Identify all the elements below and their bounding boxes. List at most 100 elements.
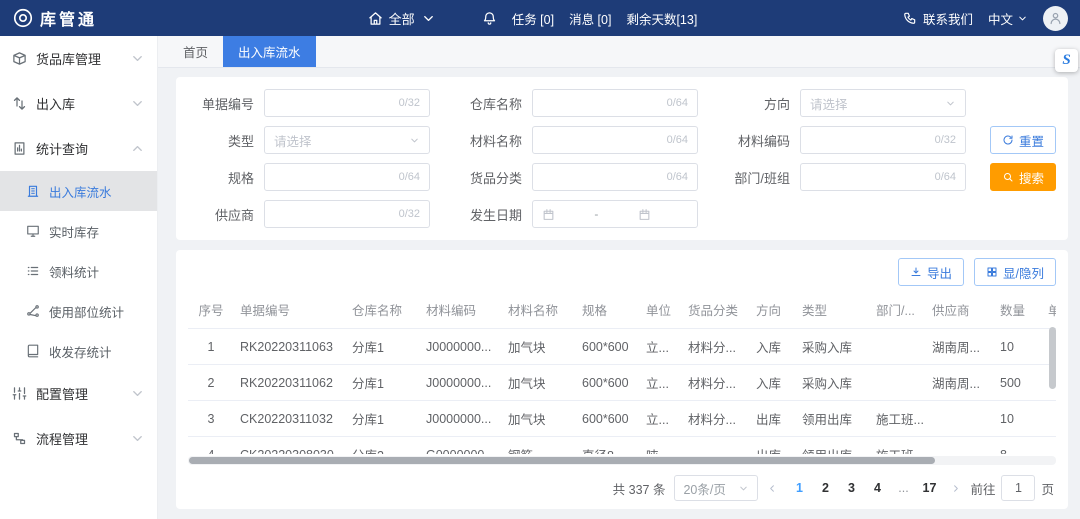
filter-panel: 单据编号 0/32 仓库名称 0/64 方向 [176, 77, 1068, 240]
page-number[interactable]: 2 [813, 475, 837, 501]
prev-page-button[interactable] [767, 483, 778, 494]
horizontal-scrollbar[interactable] [188, 456, 1056, 465]
bell-icon[interactable] [482, 11, 497, 26]
chevron-left-icon [767, 483, 778, 494]
export-button[interactable]: 导出 [898, 258, 964, 286]
goto-label: 前往 [970, 479, 995, 498]
tab-bar: 首页 出入库流水 [158, 36, 1080, 68]
monitor-icon [26, 224, 40, 238]
phone-icon [903, 11, 917, 25]
sidebar-item-goods[interactable]: 货品库管理 [0, 36, 157, 81]
department-input[interactable]: 0/64 [800, 163, 966, 191]
search-button[interactable]: 搜索 [990, 163, 1056, 191]
reset-button-label: 重置 [1019, 131, 1044, 150]
chevron-down-icon [945, 98, 956, 109]
avatar[interactable] [1043, 6, 1068, 31]
sidebar-item-process[interactable]: 流程管理 [0, 416, 157, 461]
supplier-input[interactable]: 0/32 [264, 200, 430, 228]
days-remaining-label: 剩余天数[13] [626, 9, 697, 28]
sidebar-subitem-inout-records[interactable]: 出入库流水 [0, 171, 157, 211]
table-cell: J0000000... [420, 365, 502, 401]
language-selector[interactable]: 中文 [988, 9, 1028, 28]
sidebar-item-config[interactable]: 配置管理 [0, 371, 157, 416]
table-cell: 1 [188, 329, 234, 365]
order-no-input[interactable]: 0/32 [264, 89, 430, 117]
goto-page-input[interactable]: 1 [1001, 475, 1035, 501]
show-hide-columns-button[interactable]: 显/隐列 [974, 258, 1056, 286]
select-placeholder: 请选择 [810, 94, 848, 113]
sidebar-item-label: 货品库管理 [36, 49, 130, 68]
char-counter: 0/64 [667, 97, 688, 109]
language-label: 中文 [988, 9, 1013, 28]
filter-label: 货品分类 [448, 168, 522, 187]
contact-us-link[interactable]: 联系我们 [903, 9, 973, 28]
sidebar-subitem-label: 领料统计 [49, 262, 145, 281]
chevron-down-icon [1017, 13, 1028, 24]
sidebar-subitem-label: 出入库流水 [49, 182, 145, 201]
tasks-link[interactable]: 任务 [0] [512, 9, 554, 28]
table-cell: 立... [640, 329, 682, 365]
sidebar: 货品库管理出入库统计查询出入库流水实时库存领料统计使用部位统计收发存统计配置管理… [0, 36, 158, 519]
table-cell: 立... [640, 365, 682, 401]
warehouse-input[interactable]: 0/64 [532, 89, 698, 117]
messages-link[interactable]: 消息 [0] [569, 9, 611, 28]
sidebar-subitem-material-stats[interactable]: 领料统计 [0, 251, 157, 291]
table-cell [1042, 401, 1056, 437]
chevron-down-icon [130, 96, 145, 111]
filter-field-date: 发生日期 - [448, 200, 716, 228]
app-title: 库管通 [40, 6, 97, 30]
horizontal-scrollbar-thumb[interactable] [189, 457, 935, 464]
table-cell: 立... [640, 401, 682, 437]
column-header: 单价(元 [1042, 291, 1056, 329]
table-cell [682, 437, 750, 455]
sidebar-subitem-usage-position-stats[interactable]: 使用部位统计 [0, 291, 157, 331]
page-number[interactable]: 17 [917, 475, 941, 501]
table-cell: 分库2 [346, 437, 420, 455]
spec-input[interactable]: 0/64 [264, 163, 430, 191]
filter-field-supplier: 供应商 0/32 [180, 200, 448, 228]
goto-suffix-label: 页 [1041, 479, 1054, 498]
direction-select[interactable]: 请选择 [800, 89, 966, 117]
column-header: 类型 [796, 291, 870, 329]
page-number[interactable]: 1 [787, 475, 811, 501]
page-size-select[interactable]: 20条/页 [674, 475, 758, 501]
table-cell: 加气块 [502, 329, 576, 365]
next-page-button[interactable] [950, 483, 961, 494]
sidebar-subitem-realtime-stock[interactable]: 实时库存 [0, 211, 157, 251]
download-icon [910, 266, 922, 278]
reset-button[interactable]: 重置 [990, 126, 1056, 154]
sidebar-item-inout[interactable]: 出入库 [0, 81, 157, 126]
table-row[interactable]: 4CK20220308030分库2G0000000...钢筋直径8...吨出库领… [188, 437, 1056, 455]
vertical-scrollbar[interactable] [1049, 327, 1056, 389]
table-row[interactable]: 3CK20220311032分库1J0000000...加气块600*600立.… [188, 401, 1056, 437]
table-row[interactable]: 2RK20220311062分库1J0000000...加气块600*600立.… [188, 365, 1056, 401]
goto-page: 前往 1 页 [970, 475, 1054, 501]
sidebar-item-stats[interactable]: 统计查询 [0, 126, 157, 171]
table-cell: 600*600 [576, 329, 640, 365]
page-number[interactable]: 3 [839, 475, 863, 501]
calendar-icon [638, 208, 651, 221]
filter-label: 方向 [716, 94, 790, 113]
sidebar-item-label: 统计查询 [36, 139, 130, 158]
building-icon [368, 11, 383, 26]
type-select[interactable]: 请选择 [264, 126, 430, 154]
sidebar-subitem-inout-summary-stats[interactable]: 收发存统计 [0, 331, 157, 371]
tab-inout-records[interactable]: 出入库流水 [223, 36, 316, 67]
material-name-input[interactable]: 0/64 [532, 126, 698, 154]
service-widget[interactable]: S [1055, 49, 1078, 72]
category-input[interactable]: 0/64 [532, 163, 698, 191]
date-range-input[interactable]: - [532, 200, 698, 228]
table-cell [870, 365, 926, 401]
main-area: 首页 出入库流水 S 单据编号 0/32 仓库名称 [158, 36, 1080, 519]
page-number[interactable]: 4 [865, 475, 889, 501]
tab-home[interactable]: 首页 [168, 36, 223, 67]
table-cell: 10 [994, 329, 1042, 365]
chevron-down-icon [738, 483, 749, 494]
records-table: 序号单据编号仓库名称材料编码材料名称规格单位货品分类方向类型部门/...供应商数… [188, 291, 1056, 454]
scope-selector[interactable]: 全部 [368, 9, 436, 28]
service-widget-glyph: S [1062, 52, 1070, 69]
filter-label: 规格 [180, 168, 254, 187]
total-count-label: 共 337 条 [613, 479, 666, 498]
material-code-input[interactable]: 0/32 [800, 126, 966, 154]
table-row[interactable]: 1RK20220311063分库1J0000000...加气块600*600立.… [188, 329, 1056, 365]
